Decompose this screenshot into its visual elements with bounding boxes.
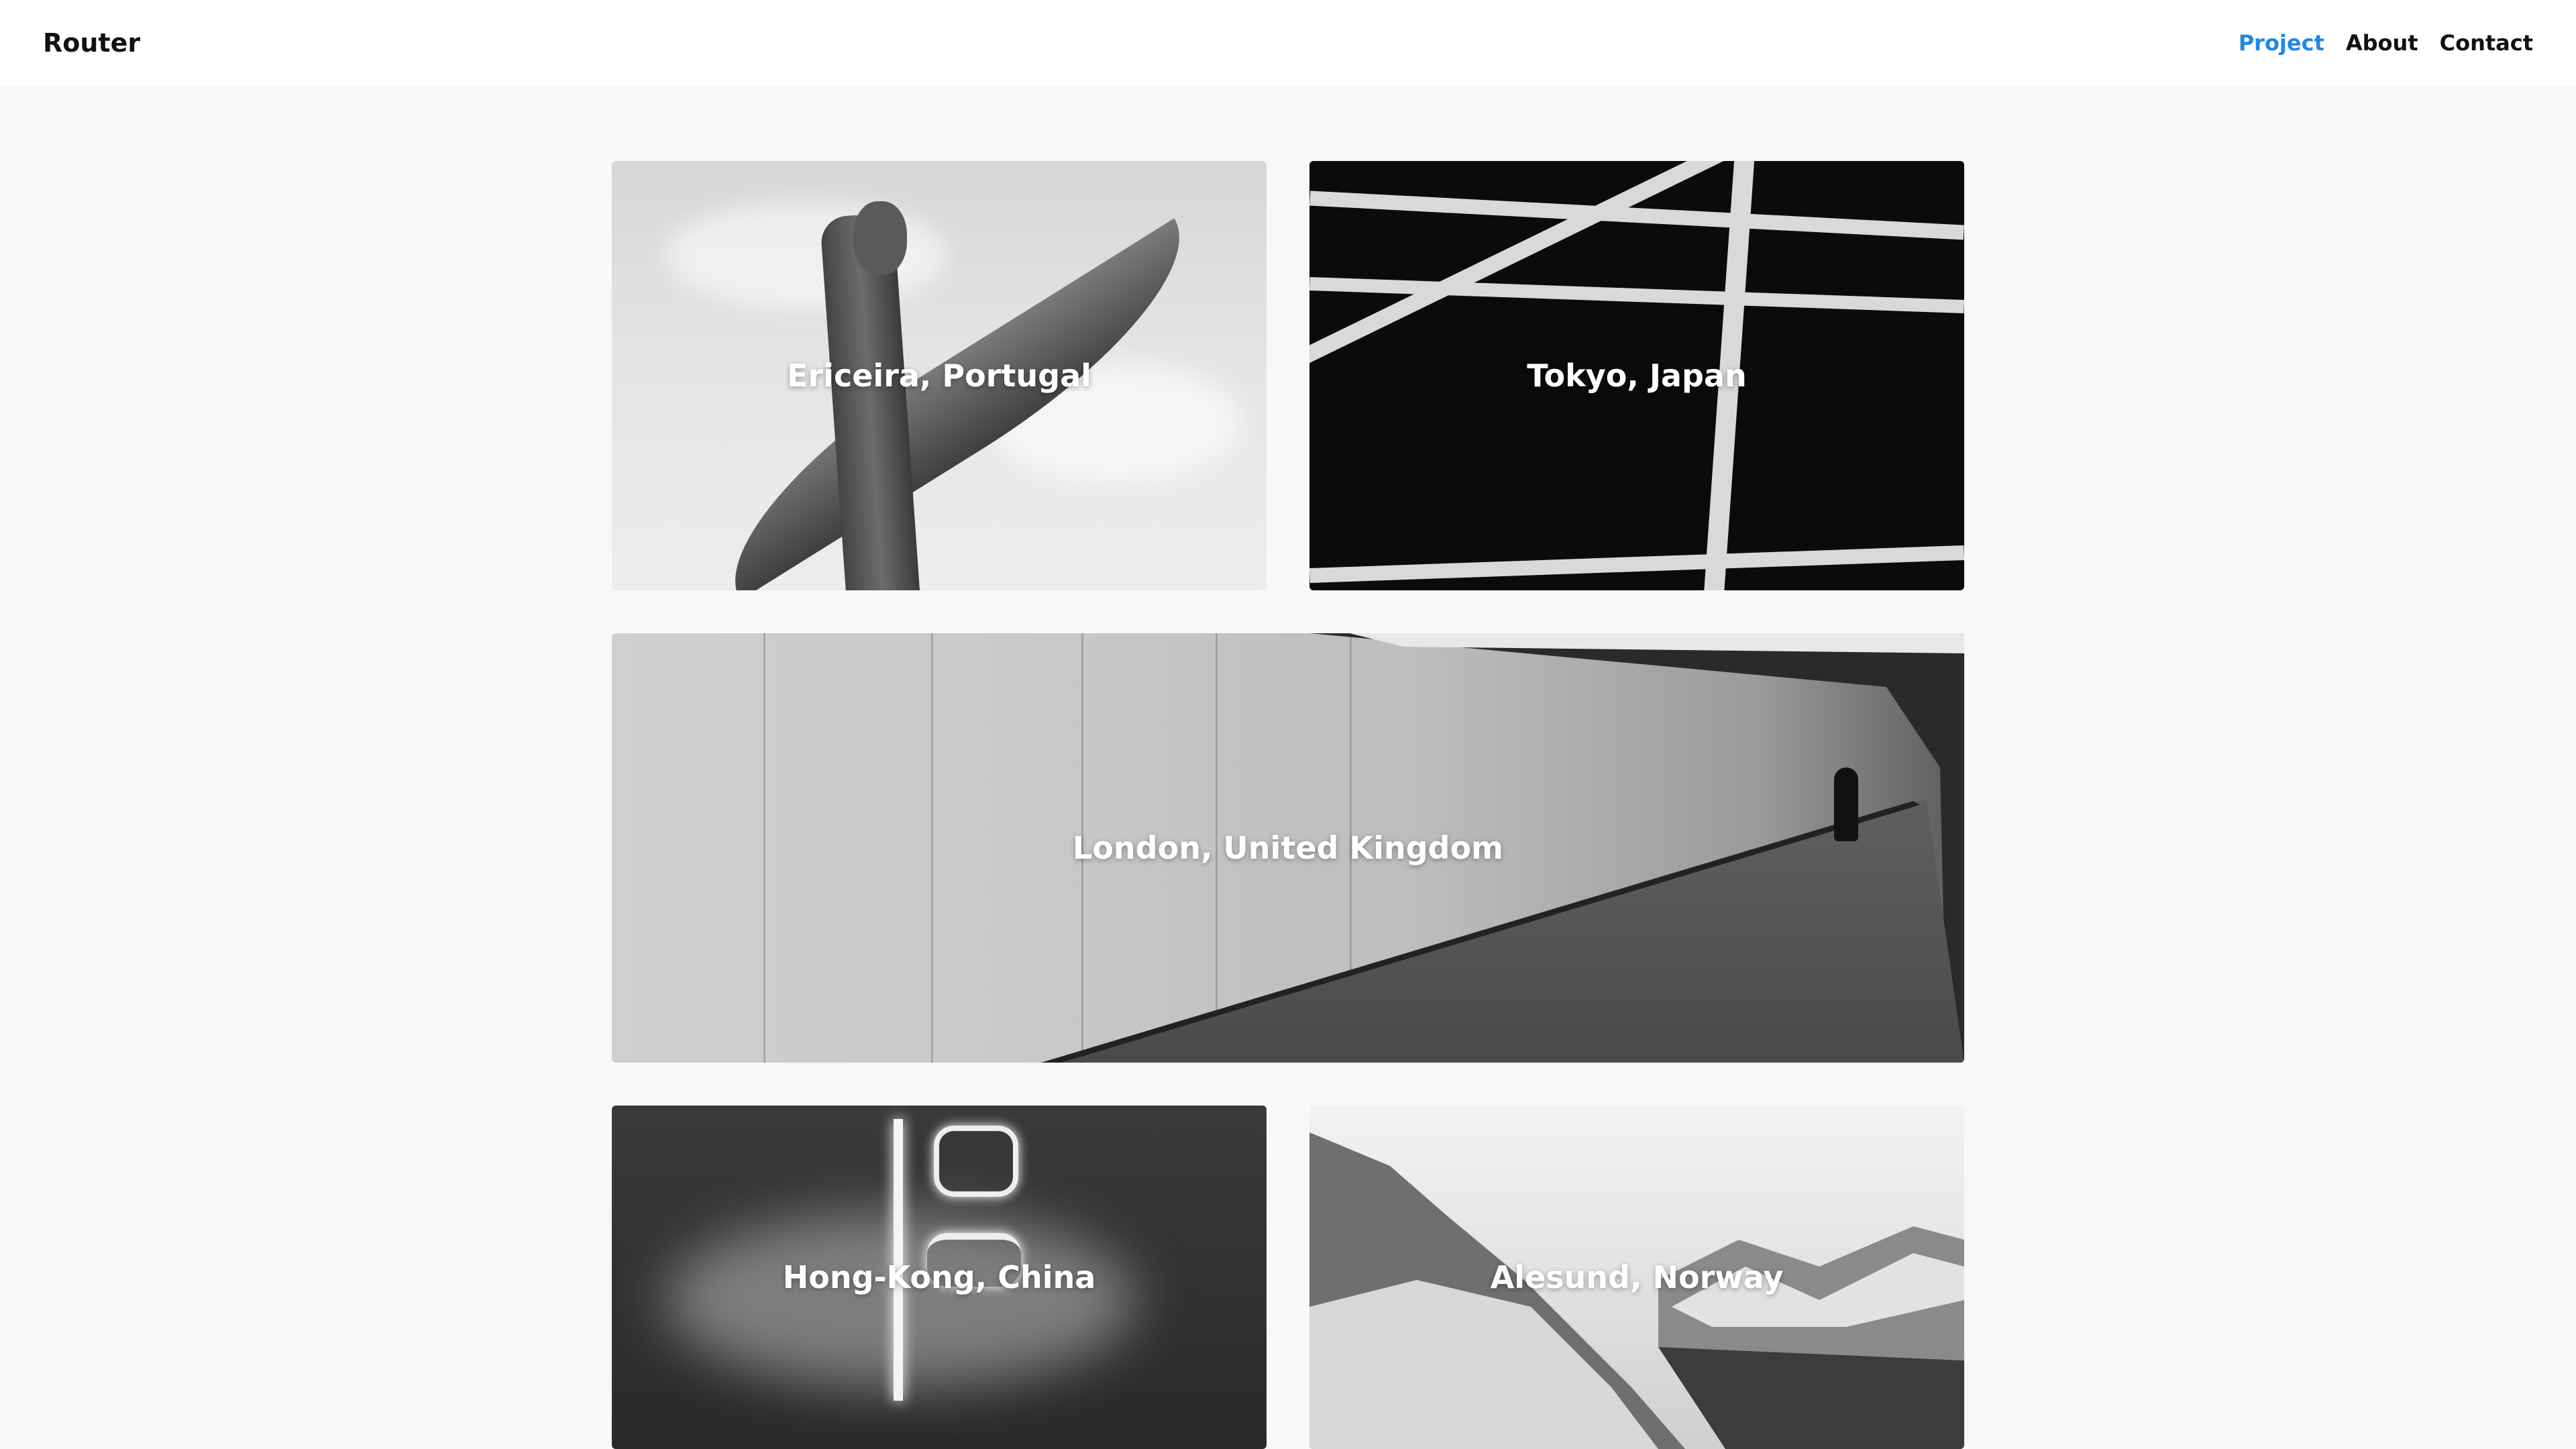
card-title: Alesund, Norway — [1490, 1259, 1784, 1295]
photo-decoration — [1309, 545, 1964, 584]
nav-link-about[interactable]: About — [2346, 30, 2418, 56]
neon-sign-illustration — [934, 1126, 1018, 1197]
statue-head-illustration — [853, 201, 907, 275]
brand-logo[interactable]: Router — [43, 0, 140, 86]
project-card-hong-kong[interactable]: Hong-Kong, China — [612, 1106, 1267, 1449]
main-nav: Project About Contact — [2239, 0, 2533, 86]
card-title: Ericeira, Portugal — [787, 358, 1091, 394]
nav-link-contact[interactable]: Contact — [2440, 30, 2533, 56]
top-navbar: Router Project About Contact — [0, 0, 2576, 86]
project-card-tokyo[interactable]: Tokyo, Japan — [1309, 161, 1964, 590]
nav-link-project[interactable]: Project — [2239, 30, 2324, 56]
project-card-ericeira[interactable]: Ericeira, Portugal — [612, 161, 1267, 590]
project-card-london[interactable]: London, United Kingdom — [612, 633, 1964, 1063]
photo-decoration — [1309, 161, 1782, 368]
project-card-alesund[interactable]: Alesund, Norway — [1309, 1106, 1964, 1449]
card-title: London, United Kingdom — [1073, 830, 1503, 866]
card-title: Tokyo, Japan — [1527, 358, 1747, 394]
card-title: Hong-Kong, China — [782, 1259, 1096, 1295]
